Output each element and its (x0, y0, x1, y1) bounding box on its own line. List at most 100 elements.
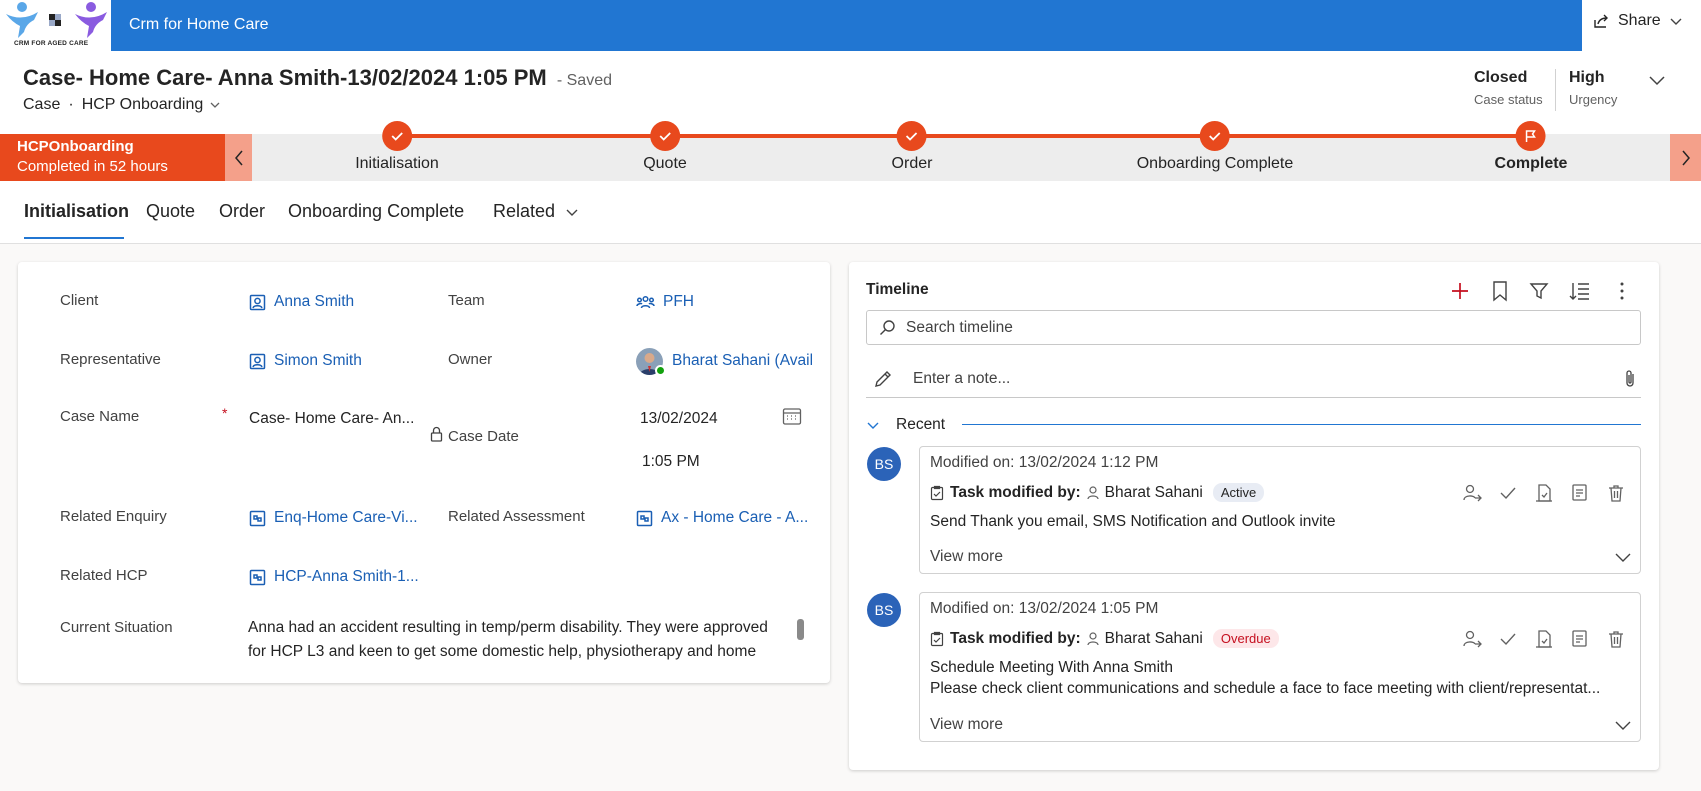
assign-icon[interactable] (1462, 629, 1482, 649)
tab-order[interactable]: Order (219, 201, 265, 222)
timeline-search-placeholder: Search timeline (906, 318, 1013, 336)
form-tabs: Initialisation Quote Order Onboarding Co… (0, 181, 1701, 244)
related-hcp-lookup[interactable]: HCP-Anna Smith-1... (249, 568, 419, 586)
entry-subject: Send Thank you email, SMS Notification a… (930, 513, 1336, 530)
timeline-note-input[interactable]: Enter a note... (866, 360, 1641, 398)
bookmark-icon[interactable] (1491, 280, 1509, 302)
presence-available-icon (655, 365, 666, 376)
open-record-icon[interactable] (1570, 483, 1590, 503)
lock-icon (430, 426, 443, 442)
calendar-icon[interactable] (782, 406, 802, 426)
tab-onboarding-complete[interactable]: Onboarding Complete (288, 201, 464, 222)
tab-related-label: Related (493, 201, 556, 221)
active-tab-indicator (24, 237, 124, 239)
check-icon[interactable] (1498, 629, 1518, 649)
timeline-entry[interactable]: Modified on: 13/02/2024 1:12 PM Task mod… (919, 446, 1641, 574)
representative-label: Representative (60, 351, 161, 368)
bpf-stage-label: Complete (1494, 155, 1568, 172)
representative-lookup[interactable]: Simon Smith (249, 352, 362, 370)
case-name-label: Case Name (60, 408, 140, 425)
app-logo[interactable]: CRM FOR AGED CARE (0, 0, 111, 51)
person-icon (1087, 485, 1099, 500)
bpf-stage-onboarding-complete[interactable]: Onboarding Complete (1136, 121, 1294, 173)
related-assessment-lookup[interactable]: Ax - Home Care - A... (636, 509, 808, 527)
task-icon (930, 485, 944, 501)
client-lookup[interactable]: Anna Smith (249, 293, 354, 311)
add-to-queue-icon[interactable] (1534, 483, 1554, 503)
timeline-entry[interactable]: Modified on: 13/02/2024 1:05 PM Task mod… (919, 592, 1641, 742)
bpf-stage-order[interactable]: Order (892, 121, 932, 173)
current-situation-label: Current Situation (60, 619, 173, 636)
header-field-urgency: High Urgency (1569, 69, 1617, 107)
tab-initialisation[interactable]: Initialisation (24, 201, 129, 222)
recent-section-label: Recent (896, 416, 946, 433)
view-more-link[interactable]: View more (930, 548, 1003, 566)
bpf-process-status: Completed in 52 hours (17, 158, 168, 175)
bpf-prev-button[interactable] (225, 134, 252, 181)
bpf-stage-complete[interactable]: Complete (1494, 121, 1568, 173)
textarea-scrollbar[interactable] (797, 619, 804, 640)
related-enquiry-value: Enq-Home Care-Vi... (274, 509, 418, 526)
check-icon[interactable] (1498, 483, 1518, 503)
recent-section-toggle[interactable]: Recent (866, 416, 945, 434)
team-icon (636, 295, 655, 310)
related-enquiry-lookup[interactable]: Enq-Home Care-Vi... (249, 509, 418, 527)
entry-author[interactable]: Bharat Sahani (1105, 484, 1203, 502)
filter-icon[interactable] (1529, 281, 1549, 301)
required-indicator: * (222, 405, 228, 421)
sort-icon[interactable] (1569, 280, 1591, 302)
bpf-stage-quote[interactable]: Quote (643, 121, 687, 173)
entry-actions (1462, 629, 1626, 649)
app-title[interactable]: Crm for Home Care (129, 16, 269, 34)
entry-author[interactable]: Bharat Sahani (1105, 630, 1203, 648)
team-lookup[interactable]: PFH (636, 293, 694, 311)
owner-lookup[interactable]: Bharat Sahani (Availa (672, 352, 812, 370)
add-to-queue-icon[interactable] (1534, 629, 1554, 649)
subline-separator: · (68, 96, 74, 113)
case-date-input[interactable]: 13/02/2024 (640, 410, 718, 428)
chevron-down-icon[interactable] (1614, 550, 1632, 564)
tab-related[interactable]: Related (493, 201, 579, 222)
chevron-down-icon[interactable] (1614, 718, 1632, 732)
bpf-stage-label: Onboarding Complete (1136, 155, 1294, 172)
delete-icon[interactable] (1606, 629, 1626, 649)
bpf-next-button[interactable] (1670, 134, 1701, 181)
related-hcp-value: HCP-Anna Smith-1... (274, 568, 419, 585)
view-more-link[interactable]: View more (930, 716, 1003, 734)
owner-value: Bharat Sahani (Availa (672, 352, 812, 369)
current-situation-textarea[interactable]: Anna had an accident resulting in temp/p… (248, 616, 788, 664)
open-record-icon[interactable] (1570, 629, 1590, 649)
more-options-icon[interactable] (1612, 281, 1632, 301)
bpf-active-process[interactable]: HCPOnboarding Completed in 52 hours (0, 134, 225, 181)
tab-quote[interactable]: Quote (146, 201, 195, 222)
entry-task-prefix: Task modified by: (950, 483, 1081, 501)
task-icon (930, 631, 944, 647)
related-assessment-value: Ax - Home Care - A... (661, 509, 809, 526)
avatar[interactable]: BS (867, 593, 901, 627)
add-icon[interactable] (1449, 280, 1471, 302)
record-icon (249, 510, 266, 527)
team-value: PFH (663, 293, 694, 310)
person-icon (1087, 631, 1099, 646)
contact-icon (249, 294, 266, 311)
case-status-value: Closed (1474, 69, 1528, 86)
timeline-note-placeholder: Enter a note... (913, 369, 1011, 387)
avatar[interactable]: BS (867, 447, 901, 481)
form-name: HCP Onboarding (81, 96, 204, 113)
timeline-search-input[interactable]: Search timeline (866, 310, 1641, 345)
expand-header-chevron-icon[interactable] (1648, 71, 1666, 89)
delete-icon[interactable] (1606, 483, 1626, 503)
case-time-input[interactable]: 1:05 PM (642, 453, 700, 471)
assign-icon[interactable] (1462, 483, 1482, 503)
attachment-icon[interactable] (1623, 369, 1637, 389)
share-button[interactable]: Share (1592, 12, 1683, 30)
share-label: Share (1618, 12, 1661, 29)
form-selector[interactable]: HCP Onboarding (82, 96, 222, 114)
entity-name: Case (23, 96, 61, 113)
bpf-stage-initialisation[interactable]: Initialisation (355, 121, 439, 173)
team-label: Team (448, 292, 485, 309)
case-name-input[interactable]: Case- Home Care- An... (249, 410, 414, 428)
share-icon (1592, 12, 1610, 30)
entry-description: Please check client communications and s… (930, 680, 1601, 697)
business-process-flow: HCPOnboarding Completed in 52 hours Init… (0, 121, 1701, 181)
